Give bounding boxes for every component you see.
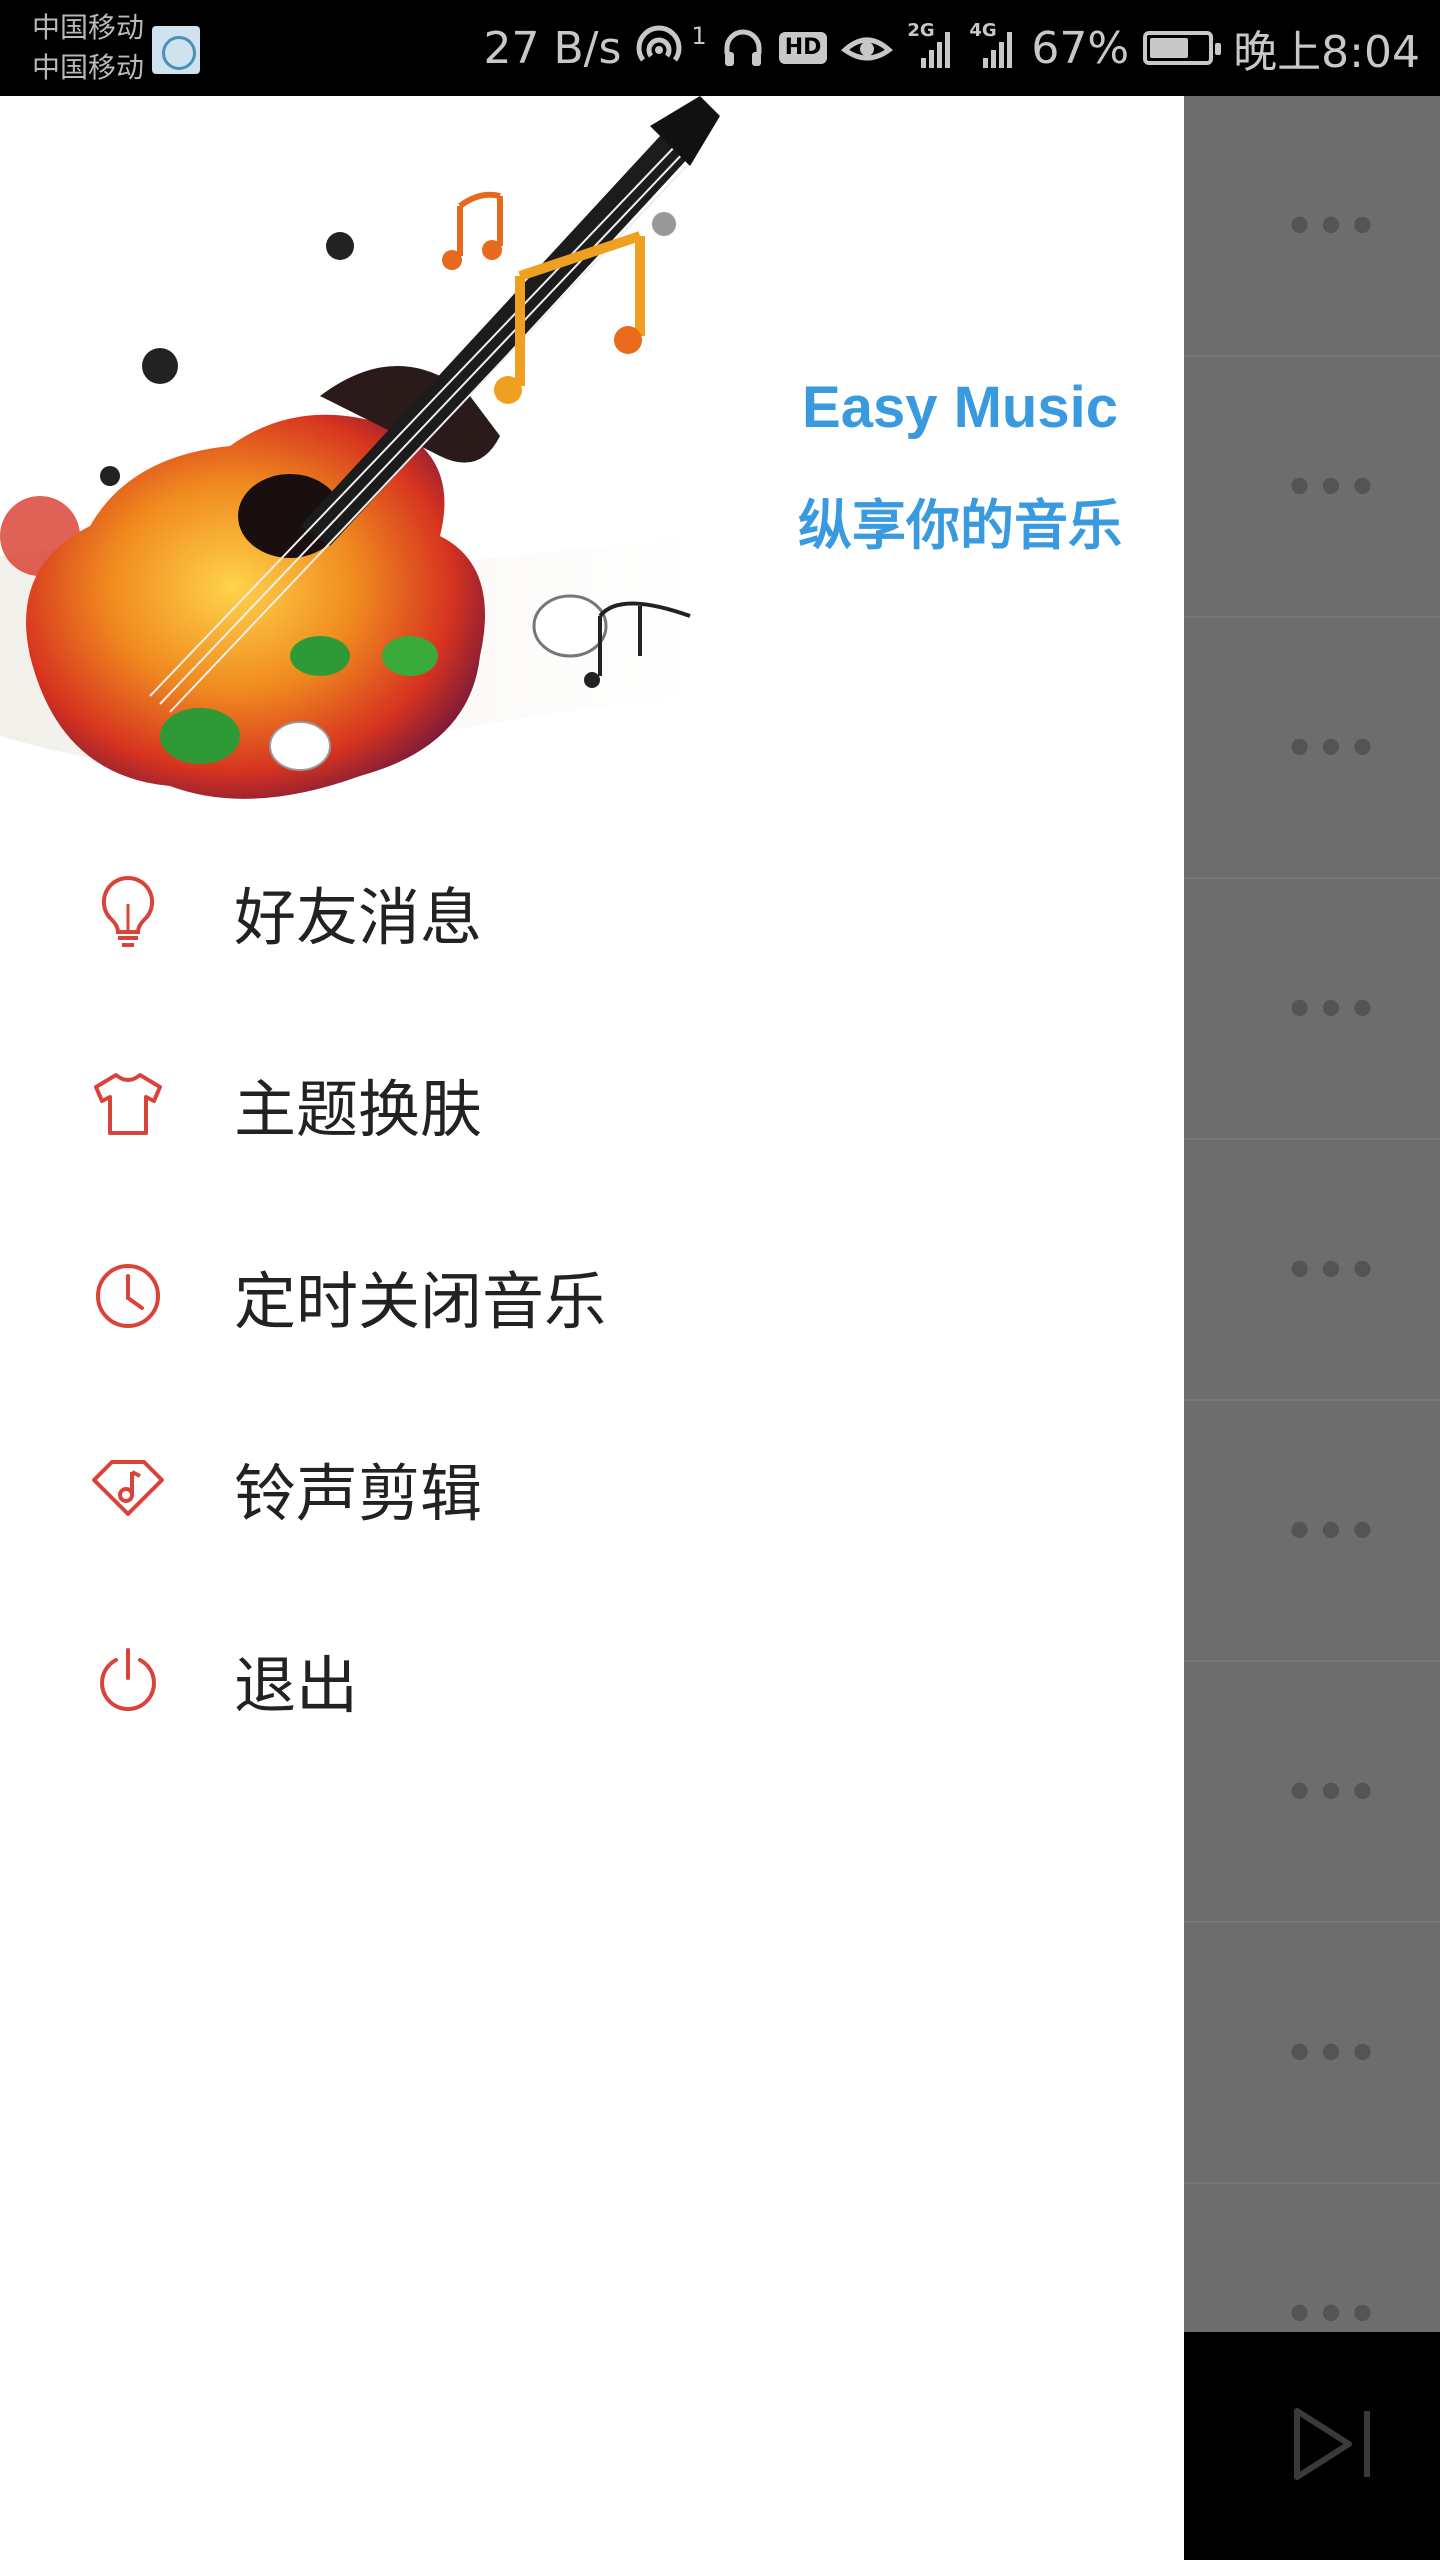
hotspot-icon	[635, 24, 691, 72]
guitar-illustration	[0, 96, 720, 799]
navigation-drawer: Easy Music 纵享你的音乐 好友消息 主题换肤 定时关闭音乐 铃声剪辑 …	[0, 96, 1184, 2560]
battery-percent: 67%	[1031, 22, 1130, 74]
carrier-1: 中国移动	[32, 11, 145, 44]
tshirt-icon	[90, 1066, 166, 1142]
menu-label: 定时关闭音乐	[234, 1265, 607, 1338]
hotspot-count: 1	[691, 22, 707, 50]
list-item[interactable]: •••	[1184, 2184, 1440, 2333]
headphones-icon	[721, 26, 765, 70]
next-track-icon[interactable]	[1277, 2399, 1387, 2493]
more-options-icon[interactable]: •••	[1285, 2026, 1379, 2080]
list-item[interactable]: •••	[1184, 357, 1440, 618]
list-item[interactable]: •••	[1184, 96, 1440, 357]
status-bar: 中国移动 中国移动 27 B/s 1 HD 2G 4G 67% 晚上8:04	[0, 0, 1440, 96]
more-options-icon[interactable]: •••	[1285, 721, 1379, 775]
lightbulb-icon	[90, 874, 166, 950]
background-song-list: ••• ••• ••• ••• ••• ••• ••• ••• •••	[1184, 96, 1440, 2332]
list-item[interactable]: •••	[1184, 1923, 1440, 2184]
battery-level	[1150, 38, 1188, 58]
menu-item-ringtone-edit[interactable]: 铃声剪辑	[0, 1392, 1184, 1584]
list-item[interactable]: •••	[1184, 1662, 1440, 1923]
brand-title: Easy Music	[802, 375, 1118, 440]
menu-label: 好友消息	[234, 881, 483, 954]
more-options-icon[interactable]: •••	[1285, 199, 1379, 253]
eye-comfort-icon	[841, 28, 894, 68]
list-item[interactable]: •••	[1184, 879, 1440, 1140]
ringtone-tag-icon	[90, 1450, 166, 1526]
more-options-icon[interactable]: •••	[1285, 982, 1379, 1036]
menu-item-exit[interactable]: 退出	[0, 1584, 1184, 1776]
list-item[interactable]: •••	[1184, 1401, 1440, 1662]
clock-icon	[90, 1258, 166, 1334]
mini-player-bar	[1184, 2332, 1440, 2560]
net-speed: 27 B/s	[483, 22, 622, 74]
signal-2g-label: 2G	[907, 20, 935, 41]
brand-slogan: 纵享你的音乐	[798, 494, 1122, 557]
more-options-icon[interactable]: •••	[1285, 1243, 1379, 1297]
menu-label: 铃声剪辑	[234, 1457, 483, 1530]
power-icon	[90, 1642, 166, 1718]
list-item[interactable]: •••	[1184, 1140, 1440, 1401]
menu-item-theme-skin[interactable]: 主题换肤	[0, 1008, 1184, 1200]
carrier-2: 中国移动	[32, 51, 145, 84]
more-options-icon[interactable]: •••	[1285, 2287, 1379, 2333]
drawer-header: Easy Music 纵享你的音乐	[0, 96, 1184, 816]
app-notification-icon	[152, 26, 201, 74]
signal-4g-icon: 4G	[969, 20, 1017, 70]
menu-label: 主题换肤	[234, 1073, 483, 1146]
status-indicators: 27 B/s 1 HD 2G 4G 67% 晚上8:04	[484, 16, 1421, 80]
menu-item-sleep-timer[interactable]: 定时关闭音乐	[0, 1200, 1184, 1392]
list-item[interactable]: •••	[1184, 618, 1440, 879]
menu-item-friend-messages[interactable]: 好友消息	[0, 816, 1184, 1008]
menu-label: 退出	[234, 1649, 359, 1722]
carrier-names: 中国移动 中国移动	[32, 8, 144, 88]
more-options-icon[interactable]: •••	[1285, 460, 1379, 514]
battery-icon	[1143, 31, 1222, 65]
drawer-menu: 好友消息 主题换肤 定时关闭音乐 铃声剪辑 退出	[0, 816, 1184, 1776]
clock-time: 晚上8:04	[1233, 27, 1420, 78]
more-options-icon[interactable]: •••	[1285, 1504, 1379, 1558]
hd-voice-badge: HD	[778, 32, 828, 64]
more-options-icon[interactable]: •••	[1285, 1765, 1379, 1819]
signal-2g-icon: 2G	[907, 20, 955, 70]
signal-4g-label: 4G	[969, 20, 997, 41]
